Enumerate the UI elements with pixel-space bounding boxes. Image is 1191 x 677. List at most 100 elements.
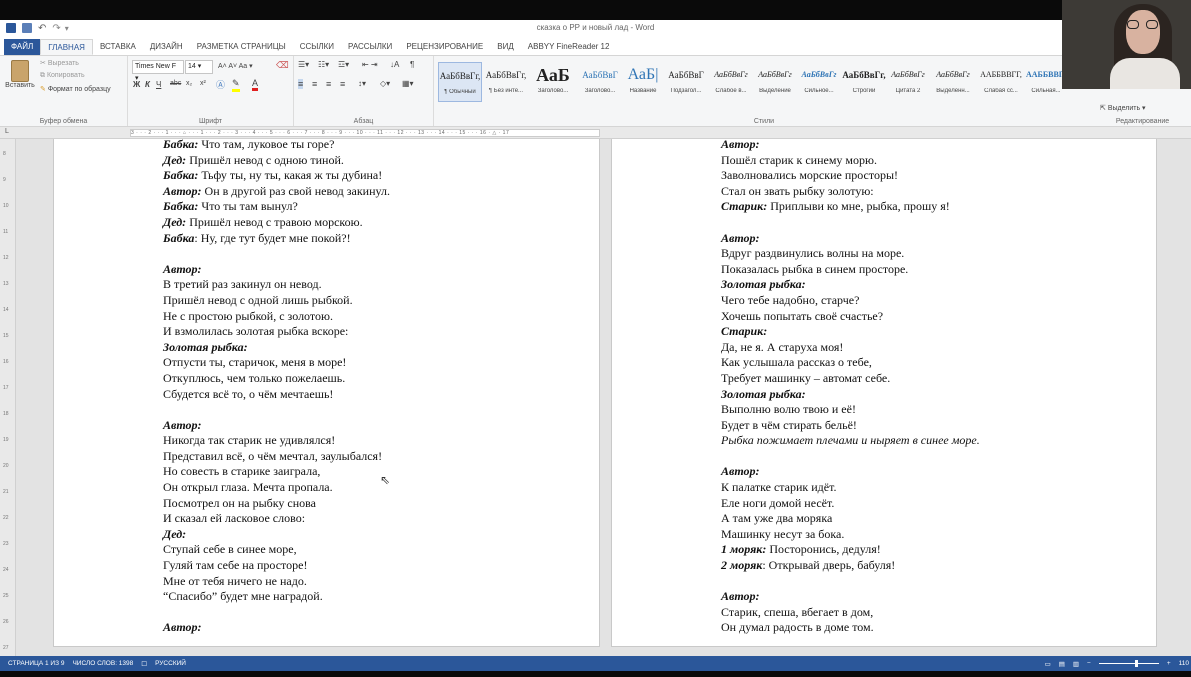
- tab-abbyy[interactable]: ABBYY FineReader 12: [521, 39, 617, 55]
- zoom-in-icon[interactable]: +: [1167, 660, 1171, 667]
- proofing-icon[interactable]: ☐: [141, 660, 147, 668]
- pilcrow-icon[interactable]: ¶: [410, 60, 414, 69]
- language[interactable]: РУССКИЙ: [155, 660, 186, 667]
- print-layout-icon[interactable]: ▤: [1059, 660, 1065, 668]
- bullets-icon[interactable]: ☰▾: [298, 60, 309, 69]
- style-item[interactable]: АаБбВвГг Слабое в...: [710, 62, 752, 102]
- style-item[interactable]: АаБбВвГг Сильное...: [798, 62, 840, 102]
- style-item[interactable]: ААББВВГГ Сильная...: [1026, 62, 1066, 102]
- style-item[interactable]: АаБбВвГг Цитата 2: [888, 62, 928, 102]
- text-line: Еле ноги домой несёт.: [721, 496, 980, 512]
- vertical-ruler[interactable]: 8 9 10 11 12 13 14 15 16 17 18 19 20 21 22 23 24 25 26 27: [0, 139, 16, 656]
- text-line: Он открыл глаза. Мечта пропала.: [163, 480, 390, 496]
- tab-view[interactable]: ВИД: [490, 39, 521, 55]
- speaker-label: Золотая рыбка:: [721, 386, 806, 401]
- text-line: Автор:: [163, 418, 390, 434]
- align-right-icon[interactable]: ≡: [326, 79, 331, 89]
- style-item[interactable]: ААББВВГГ, Слабая сс...: [978, 62, 1024, 102]
- text-line: Бабка: Что ты там вынул?: [163, 199, 390, 215]
- line-spacing-icon[interactable]: ↕▾: [358, 79, 366, 88]
- copy-button[interactable]: ⧉ Копировать: [40, 72, 85, 80]
- style-name: Слабая сс...: [984, 88, 1018, 94]
- grow-font-button[interactable]: A˄ A˅ Aa ▾: [218, 62, 253, 70]
- tab-mailings[interactable]: РАССЫЛКИ: [341, 39, 399, 55]
- tab-design[interactable]: ДИЗАЙН: [143, 39, 190, 55]
- font-name-select[interactable]: Times New F ▾: [132, 60, 184, 82]
- style-item[interactable]: АаБбВвГ Подзагол...: [664, 62, 708, 102]
- tab-layout[interactable]: РАЗМЕТКА СТРАНИЦЫ: [190, 39, 293, 55]
- font-size-select[interactable]: 14 ▾: [185, 60, 213, 74]
- style-item[interactable]: АаБбВвГг Выделенн...: [930, 62, 976, 102]
- text-line: Хочешь попытать своё счастье?: [721, 309, 980, 325]
- font-group-label: Шрифт: [198, 118, 223, 125]
- indent-icon[interactable]: ⇤ ⇥: [362, 60, 378, 69]
- style-item[interactable]: АаБбВвГг, ¶ Обычный: [438, 62, 482, 102]
- horizontal-ruler[interactable]: L 3 · · · 2 · · · 1 · · · ⌂ · · · 1 · · …: [0, 127, 1191, 139]
- highlight-icon[interactable]: ✎: [232, 78, 240, 92]
- word-count[interactable]: ЧИСЛО СЛОВ: 1398: [72, 660, 133, 667]
- zoom-level[interactable]: 110: [1179, 660, 1189, 667]
- italic-button[interactable]: К: [145, 80, 150, 89]
- zoom-slider[interactable]: [1098, 660, 1159, 667]
- text-line: Он думал радость в доме том.: [721, 620, 980, 636]
- text-line: К палатке старик идёт.: [721, 480, 980, 496]
- cut-button[interactable]: ✂ Вырезать: [40, 59, 79, 67]
- zoom-out-icon[interactable]: −: [1087, 660, 1091, 667]
- numbering-icon[interactable]: ☷▾: [318, 60, 329, 69]
- align-center-icon[interactable]: ≡: [312, 79, 317, 89]
- zoom-thumb[interactable]: [1134, 660, 1138, 667]
- shading-icon[interactable]: ◇▾: [380, 79, 390, 88]
- sort-icon[interactable]: ↓A: [390, 60, 399, 69]
- tab-file[interactable]: ФАЙЛ: [4, 39, 41, 55]
- text-run: Стал он звать рыбку золотую:: [721, 183, 874, 198]
- multilevel-icon[interactable]: ☲▾: [338, 60, 349, 69]
- strike-button[interactable]: abc: [170, 80, 181, 87]
- style-item[interactable]: АаБбВвГг Выделение: [754, 62, 796, 102]
- style-name: Цитата 2: [895, 88, 921, 94]
- text-line: Выполню волю твою и её!: [721, 402, 980, 418]
- style-item[interactable]: АаБ Заголово...: [530, 62, 576, 102]
- page-right-text[interactable]: Автор: Пошёл старик к синему морю. Заволно…: [721, 139, 980, 636]
- webcam-body: [1110, 58, 1180, 89]
- clipboard-group: Вставить ✂ Вырезать ⧉ Копировать ✎ Форма…: [0, 56, 128, 126]
- page-left[interactable]: Бабка: Что там, луковое ты горе? Дед: При…: [53, 139, 600, 647]
- read-mode-icon[interactable]: ▭: [1045, 660, 1051, 668]
- text-line: Но совесть в старике заиграла,: [163, 464, 390, 480]
- screen-top-band: [0, 0, 1191, 20]
- text-line: Никогда так старик не удивлялся!: [163, 433, 390, 449]
- tab-home[interactable]: ГЛАВНАЯ: [40, 39, 93, 55]
- page-left-text[interactable]: Бабка: Что там, луковое ты горе? Дед: При…: [163, 139, 390, 636]
- text-effects-icon[interactable]: Ⓐ: [216, 78, 225, 91]
- style-item[interactable]: АаБбВвГг, Строгий: [842, 62, 886, 102]
- format-painter-button[interactable]: ✎ Формат по образцу: [40, 85, 111, 93]
- document-area[interactable]: Бабка: Что там, луковое ты горе? Дед: При…: [16, 139, 1191, 656]
- tab-insert[interactable]: ВСТАВКА: [93, 39, 143, 55]
- borders-icon[interactable]: ▦▾: [402, 79, 414, 88]
- style-item[interactable]: АаБбВвГ Заголово...: [578, 62, 622, 102]
- subscript-button[interactable]: x₂: [186, 80, 192, 87]
- style-name: Сильная...: [1031, 88, 1061, 94]
- text-line: Посмотрел он на рыбку снова: [163, 496, 390, 512]
- tab-references[interactable]: ССЫЛКИ: [293, 39, 341, 55]
- text-line: Мне от тебя ничего не надо.: [163, 574, 390, 590]
- tab-review[interactable]: РЕЦЕНЗИРОВАНИЕ: [399, 39, 490, 55]
- web-layout-icon[interactable]: ▥: [1073, 660, 1079, 668]
- underline-button[interactable]: Ч: [156, 80, 161, 89]
- clear-format-icon[interactable]: ⌫: [276, 60, 289, 71]
- justify-icon[interactable]: ≡: [340, 79, 345, 89]
- vertical-ruler-tick: 26: [3, 619, 9, 625]
- bold-button[interactable]: Ж: [133, 80, 140, 89]
- tab-selector-icon[interactable]: L: [5, 128, 9, 135]
- select-button[interactable]: ⇱ Выделить ▾: [1100, 104, 1146, 112]
- text-line: Бабка: Тьфу ты, ну ты, какая ж ты дубина…: [163, 168, 390, 184]
- page-count[interactable]: СТРАНИЦА 1 ИЗ 9: [8, 660, 64, 667]
- style-item[interactable]: АаБбВвГг, ¶ Без инте...: [484, 62, 528, 102]
- style-item[interactable]: АаБ| Название: [624, 62, 662, 102]
- superscript-button[interactable]: x²: [200, 80, 206, 87]
- font-color-icon[interactable]: A: [252, 78, 259, 91]
- text-line: [163, 605, 390, 621]
- paste-button[interactable]: Вставить: [5, 60, 35, 89]
- page-right[interactable]: Автор: Пошёл старик к синему морю. Заволно…: [611, 139, 1157, 647]
- align-left-icon[interactable]: ≡: [298, 79, 304, 89]
- text-line: Представил всё, о чём мечтал, заулыбался…: [163, 449, 390, 465]
